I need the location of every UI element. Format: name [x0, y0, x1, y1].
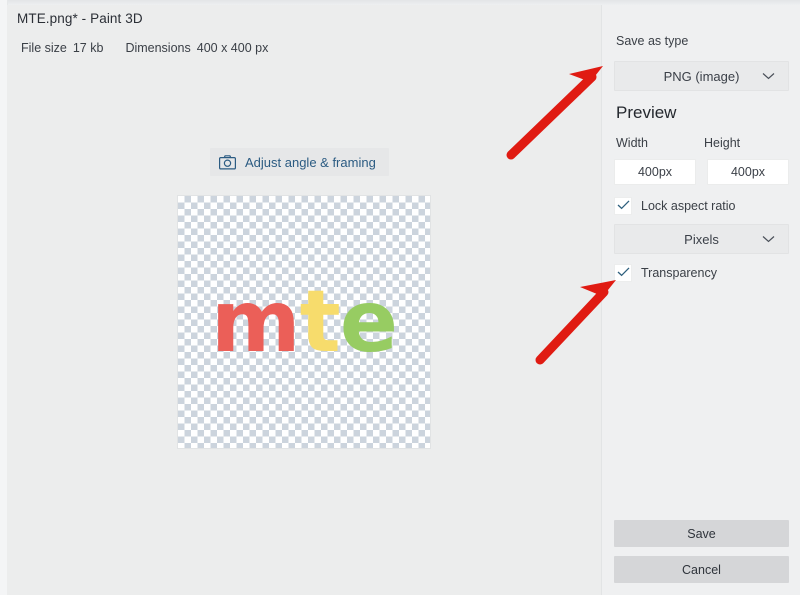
chevron-down-icon — [762, 67, 775, 85]
transparency-label: Transparency — [641, 266, 717, 280]
height-label: Height — [704, 136, 741, 150]
file-size-value: 17 kb — [72, 41, 104, 55]
logo-letter-m: m — [210, 272, 301, 372]
chevron-down-icon — [762, 230, 775, 248]
image-preview-transparent-canvas[interactable]: mte — [178, 196, 430, 448]
checkmark-icon — [617, 197, 630, 215]
logo-letter-t: t — [299, 272, 341, 372]
mte-logo-artwork: mte — [178, 196, 430, 448]
adjust-angle-label: Adjust angle & framing — [245, 154, 376, 170]
lock-aspect-ratio-checkbox[interactable] — [614, 197, 632, 215]
canvas-area: Adjust angle & framing mte — [7, 62, 601, 595]
file-type-value: PNG (image) — [663, 68, 740, 84]
lock-aspect-ratio-row[interactable]: Lock aspect ratio — [614, 197, 736, 215]
window-title: MTE.png* - Paint 3D — [17, 11, 143, 26]
width-input[interactable]: 400px — [614, 159, 696, 185]
width-label: Width — [616, 136, 648, 150]
transparency-checkbox[interactable] — [614, 264, 632, 282]
save-options-panel: Save as type PNG (image) Preview Width H… — [601, 5, 800, 595]
units-dropdown[interactable]: Pixels — [614, 224, 789, 254]
save-as-type-label: Save as type — [616, 34, 689, 48]
file-size-label: File size — [21, 41, 67, 55]
cancel-button[interactable]: Cancel — [614, 556, 789, 583]
checkmark-icon — [617, 264, 630, 282]
lock-aspect-ratio-label: Lock aspect ratio — [641, 199, 736, 213]
preview-heading: Preview — [616, 103, 677, 122]
units-value: Pixels — [684, 231, 719, 247]
logo-letter-e: e — [339, 272, 398, 372]
height-input[interactable]: 400px — [707, 159, 789, 185]
adjust-angle-and-framing-button[interactable]: Adjust angle & framing — [210, 148, 389, 176]
width-value: 400px — [637, 165, 673, 179]
dimensions-value: 400 x 400 px — [196, 41, 269, 55]
camera-icon — [219, 154, 237, 170]
save-button[interactable]: Save — [614, 520, 789, 547]
file-type-dropdown[interactable]: PNG (image) — [614, 61, 789, 91]
dimensions-label: Dimensions — [125, 41, 191, 55]
transparency-row[interactable]: Transparency — [614, 264, 717, 282]
height-value: 400px — [730, 165, 766, 179]
paint3d-save-as-window: MTE.png* - Paint 3D File size 17 kb Dime… — [7, 5, 800, 595]
